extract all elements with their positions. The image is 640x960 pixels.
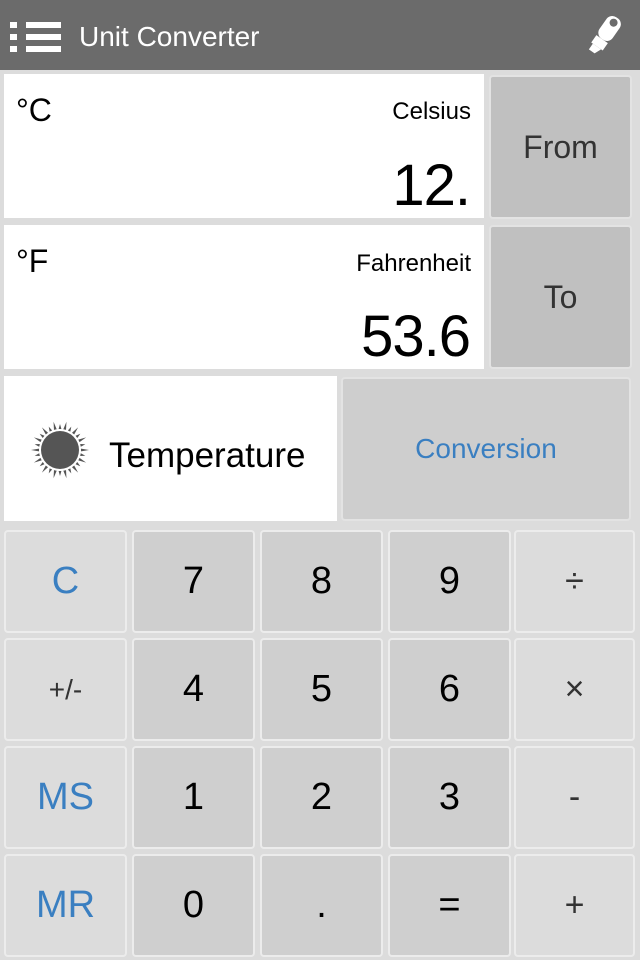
to-unit-name: Fahrenheit xyxy=(356,250,471,277)
key-memory-store[interactable]: MS xyxy=(4,746,127,849)
from-unit-panel[interactable]: °C Celsius 12. xyxy=(4,74,484,218)
key-equals[interactable]: = xyxy=(388,854,511,957)
menu-dot xyxy=(10,46,17,52)
key-clear[interactable]: C xyxy=(4,530,127,633)
conversion-mode-button[interactable]: Conversion xyxy=(341,377,631,521)
key-digit-2[interactable]: 2 xyxy=(260,746,383,849)
menu-dot xyxy=(10,34,17,40)
key-memory-recall[interactable]: MR xyxy=(4,854,127,957)
category-label: Temperature xyxy=(109,436,306,475)
marker-pen-icon[interactable] xyxy=(585,10,625,60)
key-digit-9[interactable]: 9 xyxy=(388,530,511,633)
key-divide[interactable]: ÷ xyxy=(514,530,635,633)
from-button[interactable]: From xyxy=(489,75,632,219)
menu-bar xyxy=(26,22,61,28)
key-toggle-sign[interactable]: +/- xyxy=(4,638,127,741)
key-digit-1[interactable]: 1 xyxy=(132,746,255,849)
to-unit-panel[interactable]: °F Fahrenheit 53.6 xyxy=(4,225,484,369)
from-unit-name: Celsius xyxy=(392,98,471,125)
key-digit-7[interactable]: 7 xyxy=(132,530,255,633)
key-subtract[interactable]: - xyxy=(514,746,635,849)
key-digit-6[interactable]: 6 xyxy=(388,638,511,741)
from-unit-symbol: °C xyxy=(16,92,52,128)
key-add[interactable]: + xyxy=(514,854,635,957)
keypad: C 7 8 9 ÷ +/- 4 5 6 × MS 1 2 3- MR 0. = + xyxy=(0,527,640,960)
sun-icon xyxy=(31,421,89,479)
key-decimal[interactable]: . xyxy=(260,854,383,957)
key-digit-8[interactable]: 8 xyxy=(260,530,383,633)
to-button[interactable]: To xyxy=(489,225,632,369)
menu-bar xyxy=(26,34,61,40)
to-unit-symbol: °F xyxy=(16,243,49,279)
top-bar: Unit Converter xyxy=(0,0,640,70)
key-multiply[interactable]: × xyxy=(514,638,635,741)
list-menu-icon[interactable] xyxy=(10,22,62,52)
menu-bar xyxy=(26,46,61,52)
to-unit-value: 53.6 xyxy=(361,304,471,369)
from-unit-value: 12. xyxy=(392,153,471,218)
menu-dot xyxy=(10,22,17,28)
key-digit-3[interactable]: 3 xyxy=(388,746,511,849)
key-digit-4[interactable]: 4 xyxy=(132,638,255,741)
key-digit-5[interactable]: 5 xyxy=(260,638,383,741)
key-digit-0[interactable]: 0 xyxy=(132,854,255,957)
app-title: Unit Converter xyxy=(79,21,260,52)
